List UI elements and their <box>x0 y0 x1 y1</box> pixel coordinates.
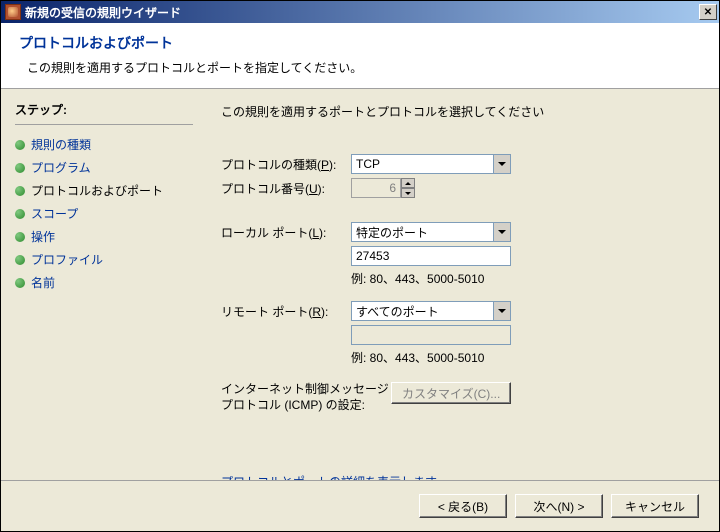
remote-port-example: 例: 80、443、5000-5010 <box>351 349 699 366</box>
step-program[interactable]: プログラム <box>15 156 193 179</box>
main-panel: この規則を適用するポートとプロトコルを選択してください プロトコルの種類(P):… <box>201 89 719 485</box>
step-label: 規則の種類 <box>31 136 91 153</box>
bullet-icon <box>15 186 25 196</box>
remote-port-input <box>351 325 511 345</box>
icmp-label: インターネット制御メッセージ プロトコル (ICMP) の設定: <box>221 382 391 413</box>
remote-port-select-value: すべてのポート <box>356 303 439 320</box>
step-action[interactable]: 操作 <box>15 225 193 248</box>
wizard-window: 新規の受信の規則ウイザード ✕ プロトコルおよびポート この規則を適用するプロト… <box>0 0 720 532</box>
step-label: 操作 <box>31 228 55 245</box>
protocol-type-label: プロトコルの種類(P): <box>221 156 351 173</box>
spinner-down[interactable] <box>401 188 415 198</box>
titlebar: 新規の受信の規則ウイザード ✕ <box>1 1 719 23</box>
bullet-icon <box>15 278 25 288</box>
local-port-select-value: 特定のポート <box>356 224 428 241</box>
local-port-label: ローカル ポート(L): <box>221 224 351 241</box>
chevron-down-icon <box>493 302 510 320</box>
footer-buttons: < 戻る(B) 次へ(N) > キャンセル <box>1 480 719 531</box>
back-button[interactable]: < 戻る(B) <box>419 494 507 518</box>
step-label: 名前 <box>31 274 55 291</box>
next-button[interactable]: 次へ(N) > <box>515 494 603 518</box>
page-title: プロトコルおよびポート <box>19 33 701 53</box>
instruction-text: この規則を適用するポートとプロトコルを選択してください <box>221 103 699 120</box>
local-port-input[interactable] <box>351 246 511 266</box>
local-port-dropdown[interactable]: 特定のポート <box>351 222 511 242</box>
close-button[interactable]: ✕ <box>699 4 717 20</box>
remote-port-dropdown[interactable]: すべてのポート <box>351 301 511 321</box>
bullet-icon <box>15 209 25 219</box>
window-title: 新規の受信の規則ウイザード <box>25 4 181 21</box>
step-rule-type[interactable]: 規則の種類 <box>15 133 193 156</box>
protocol-type-value: TCP <box>356 157 380 171</box>
bullet-icon <box>15 140 25 150</box>
steps-sidebar: ステップ: 規則の種類 プログラム プロトコルおよびポート スコープ 操作 <box>1 89 201 485</box>
spinner-up[interactable] <box>401 178 415 188</box>
page-description: この規則を適用するプロトコルとポートを指定してください。 <box>19 59 701 76</box>
remote-port-label: リモート ポート(R): <box>221 303 351 320</box>
icmp-customize-button: カスタマイズ(C)... <box>391 382 511 404</box>
step-label: プロファイル <box>31 251 103 268</box>
step-label: プログラム <box>31 159 91 176</box>
step-profile[interactable]: プロファイル <box>15 248 193 271</box>
step-name[interactable]: 名前 <box>15 271 193 294</box>
step-label: プロトコルおよびポート <box>31 182 163 199</box>
bullet-icon <box>15 232 25 242</box>
steps-heading: ステップ: <box>15 101 193 118</box>
protocol-type-dropdown[interactable]: TCP <box>351 154 511 174</box>
step-protocol-ports[interactable]: プロトコルおよびポート <box>15 179 193 202</box>
cancel-button[interactable]: キャンセル <box>611 494 699 518</box>
sidebar-divider <box>15 124 193 125</box>
step-label: スコープ <box>31 205 78 222</box>
local-port-example: 例: 80、443、5000-5010 <box>351 270 699 287</box>
chevron-down-icon <box>493 223 510 241</box>
firewall-icon <box>5 4 21 20</box>
chevron-down-icon <box>493 155 510 173</box>
step-scope[interactable]: スコープ <box>15 202 193 225</box>
protocol-number-input <box>351 178 401 198</box>
bullet-icon <box>15 255 25 265</box>
bullet-icon <box>15 163 25 173</box>
protocol-number-label: プロトコル番号(U): <box>221 180 351 197</box>
header-area: プロトコルおよびポート この規則を適用するプロトコルとポートを指定してください。 <box>1 23 719 89</box>
